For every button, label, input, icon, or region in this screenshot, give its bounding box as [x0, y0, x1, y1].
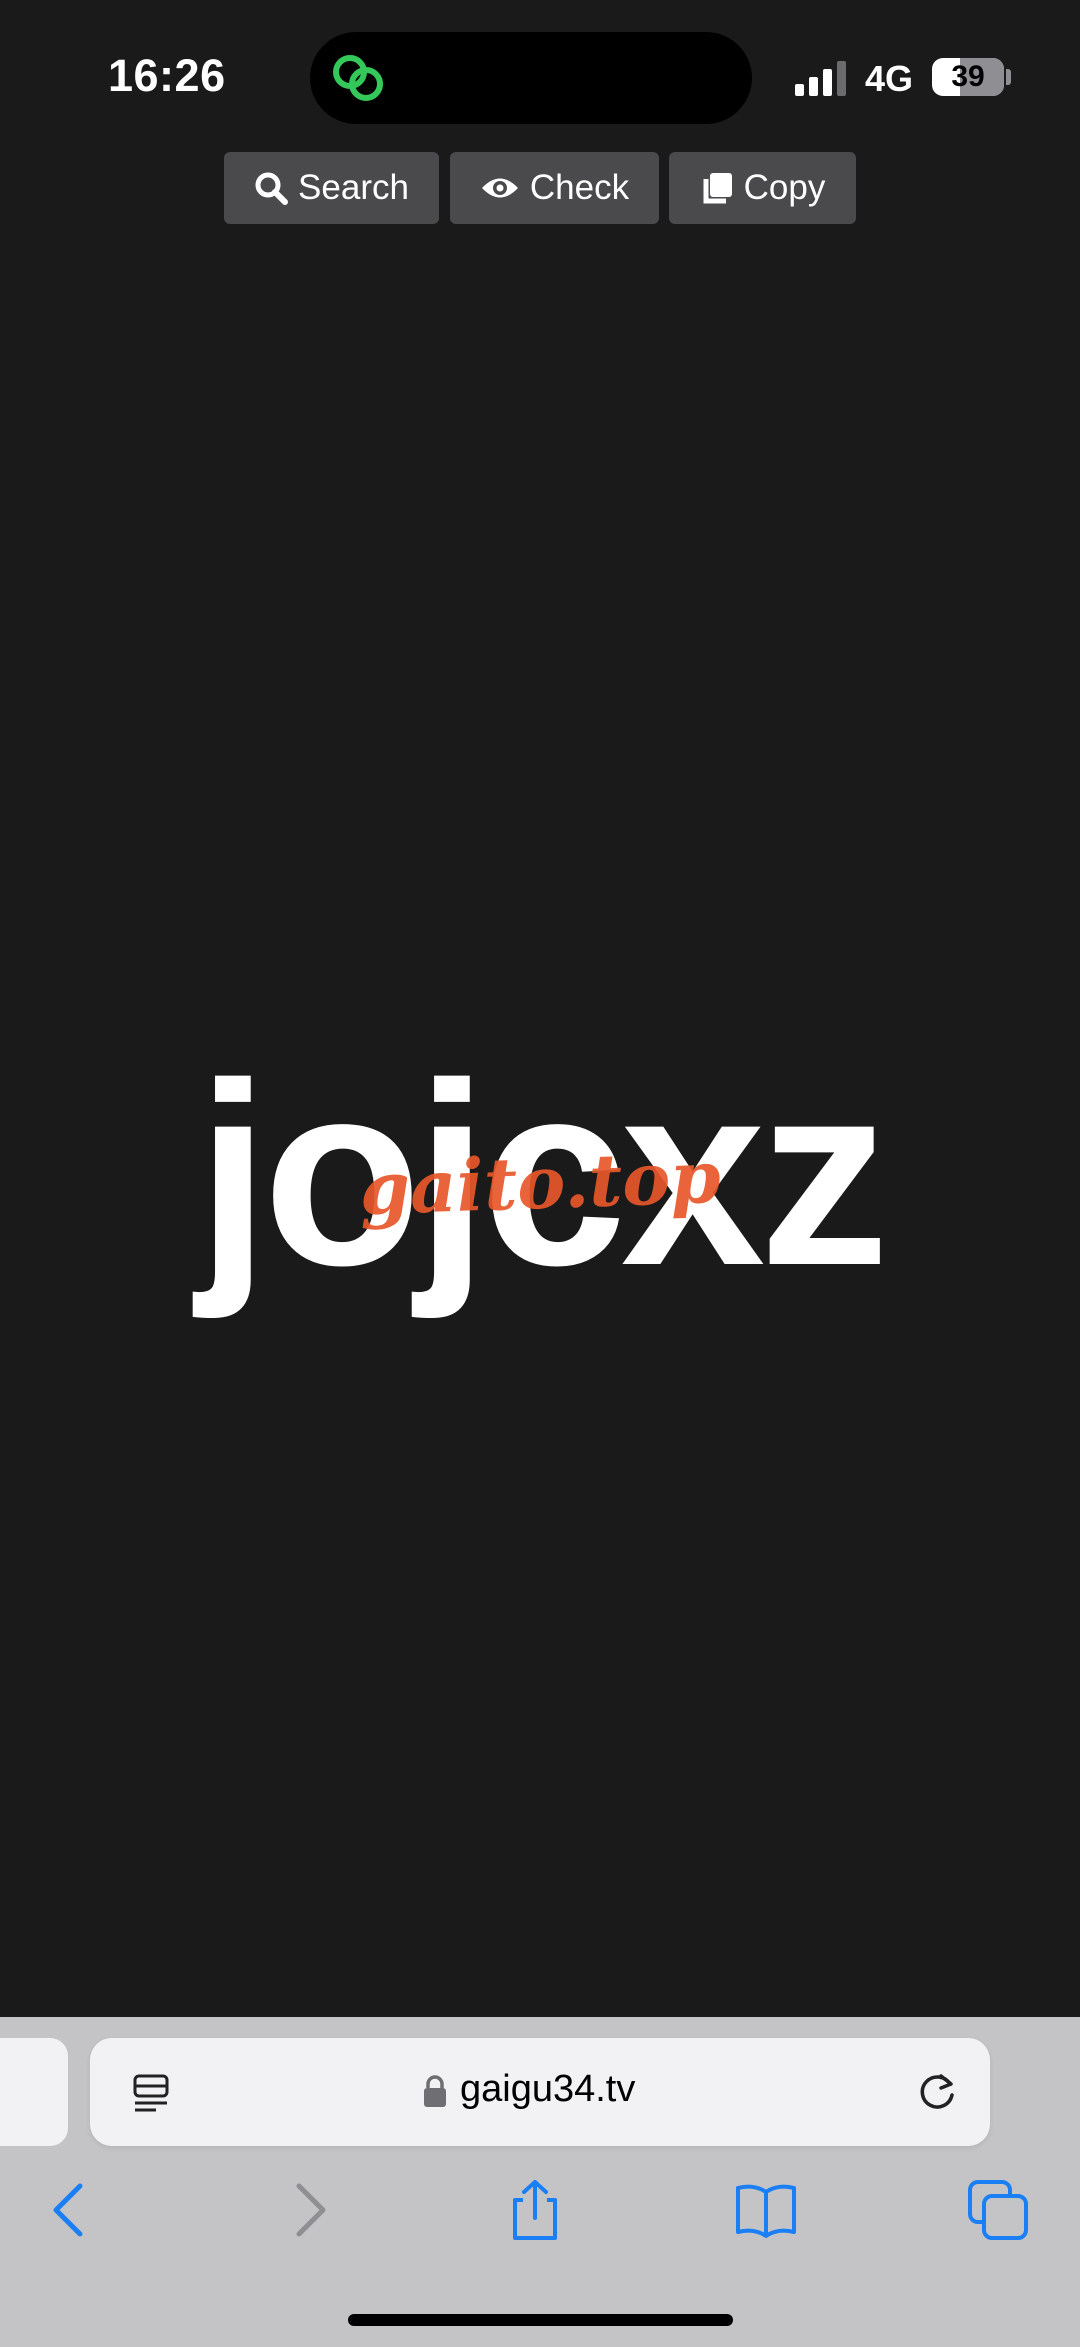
network-type: 4G [865, 58, 914, 99]
copy-button-label: Copy [743, 168, 826, 207]
bookmarks-icon[interactable] [734, 2178, 798, 2242]
check-button-label: Check [529, 168, 630, 207]
back-icon[interactable] [40, 2178, 104, 2242]
check-button[interactable]: Check [450, 152, 659, 224]
reload-icon[interactable] [914, 2068, 960, 2114]
url-text[interactable]: gaigu34.tv [460, 2068, 635, 2111]
eye-icon [481, 178, 518, 198]
home-indicator[interactable] [348, 2314, 733, 2326]
forward-icon[interactable] [275, 2178, 339, 2242]
magnifier-icon [255, 172, 289, 205]
copy-icon [703, 173, 732, 204]
battery-cap [1006, 69, 1011, 85]
lock-icon [424, 2075, 446, 2107]
copy-button[interactable]: Copy [669, 152, 856, 224]
dynamic-island[interactable] [310, 32, 752, 124]
tabs-icon[interactable] [966, 2178, 1030, 2242]
link-rings-icon [333, 55, 383, 101]
cellular-signal-icon [795, 61, 846, 96]
search-button[interactable]: Search [224, 152, 439, 224]
previous-tab-card[interactable] [0, 2038, 68, 2146]
screen: 16:26 4G 39 Search Check Copy jojcxz gai… [0, 0, 1080, 2347]
battery-level: 39 [951, 60, 985, 93]
reader-icon[interactable] [130, 2072, 172, 2114]
status-time: 16:26 [108, 50, 226, 101]
battery-icon: 39 [932, 58, 1004, 96]
share-icon[interactable] [503, 2178, 567, 2242]
address-bar[interactable]: gaigu34.tv [90, 2038, 990, 2146]
search-button-label: Search [298, 168, 409, 207]
